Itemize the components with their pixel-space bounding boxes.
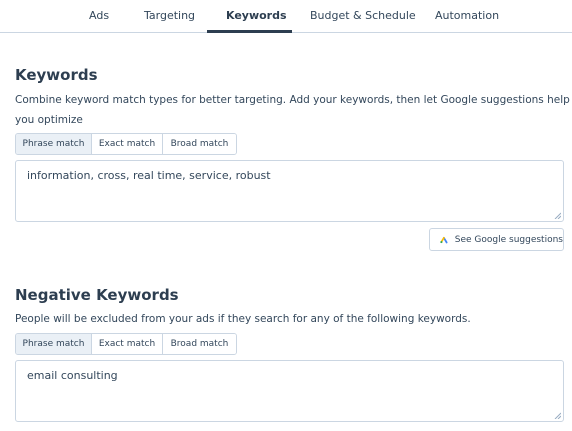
negative-keywords-textarea[interactable]: email consulting	[15, 360, 564, 422]
google-ads-icon	[440, 236, 448, 243]
keywords-phrase-match-button[interactable]: Phrase match	[16, 134, 92, 154]
campaign-tabs: Ads Targeting Keywords Budget & Schedule…	[0, 0, 572, 33]
negative-keywords-textarea-value: email consulting	[27, 369, 118, 382]
negative-broad-match-button[interactable]: Broad match	[163, 334, 236, 354]
keywords-textarea[interactable]: information, cross, real time, service, …	[15, 160, 564, 222]
negative-exact-match-button[interactable]: Exact match	[92, 334, 163, 354]
negative-phrase-match-button[interactable]: Phrase match	[16, 334, 92, 354]
active-tab-indicator	[207, 30, 292, 33]
tab-keywords[interactable]: Keywords	[226, 9, 287, 22]
tab-automation[interactable]: Automation	[435, 9, 499, 22]
keywords-heading: Keywords	[15, 66, 98, 84]
keywords-broad-match-button[interactable]: Broad match	[163, 134, 236, 154]
resize-handle-icon[interactable]	[554, 412, 561, 419]
tab-budget-schedule[interactable]: Budget & Schedule	[310, 9, 416, 22]
keywords-textarea-value: information, cross, real time, service, …	[27, 169, 271, 182]
negative-keywords-match-type-selector: Phrase match Exact match Broad match	[15, 333, 237, 355]
tab-ads[interactable]: Ads	[89, 9, 109, 22]
resize-handle-icon[interactable]	[554, 212, 561, 219]
tab-targeting[interactable]: Targeting	[144, 9, 195, 22]
see-google-suggestions-button[interactable]: See Google suggestions	[429, 228, 564, 251]
see-google-suggestions-label: See Google suggestions	[454, 234, 563, 245]
negative-keywords-description: People will be excluded from your ads if…	[15, 313, 471, 325]
keywords-match-type-selector: Phrase match Exact match Broad match	[15, 133, 237, 155]
keywords-exact-match-button[interactable]: Exact match	[92, 134, 163, 154]
negative-keywords-heading: Negative Keywords	[15, 286, 179, 304]
keywords-description-line-1: Combine keyword match types for better t…	[15, 94, 570, 126]
